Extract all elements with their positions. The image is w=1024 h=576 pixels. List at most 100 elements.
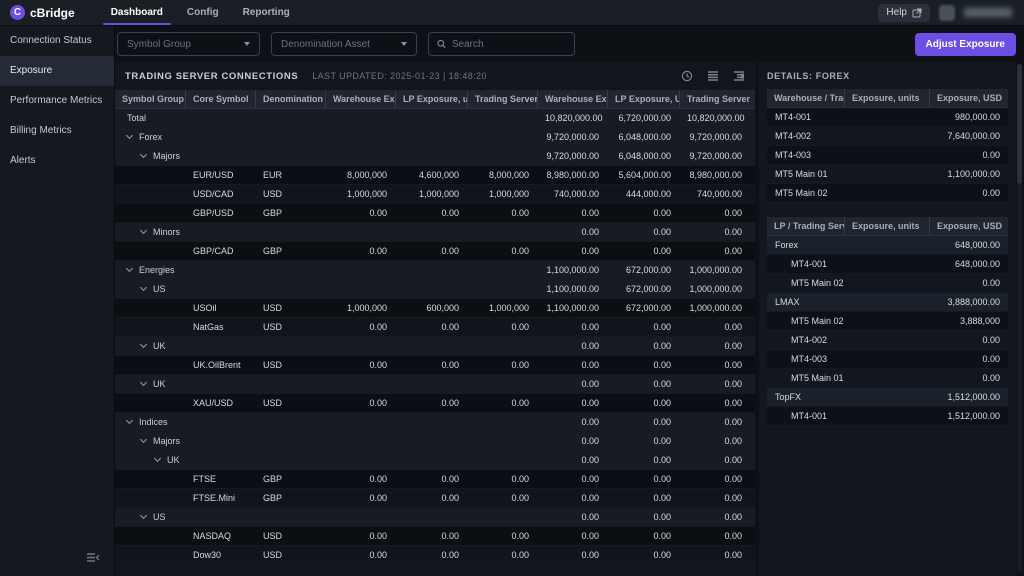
detail-row-mt4-002[interactable]: MT4-0020.00 (767, 331, 1008, 350)
column-header-warehouse-expos[interactable]: Warehouse Expos... (537, 90, 607, 108)
tab-dashboard[interactable]: Dashboard (99, 0, 175, 25)
column-header-exposure-units[interactable]: Exposure, units (844, 217, 929, 235)
chevron-down-icon[interactable] (140, 284, 147, 291)
user-avatar[interactable] (939, 5, 955, 21)
table-row-xau-usd[interactable]: XAU/USDUSD0.000.000.000.000.000.00 (115, 394, 755, 413)
cell-usd-0: 0.00 (537, 546, 607, 564)
sidebar-item-alerts[interactable]: Alerts (0, 146, 114, 176)
scrollbar-thumb[interactable] (1017, 64, 1022, 184)
cell-usd-0: 0.00 (537, 375, 607, 393)
chevron-down-icon[interactable] (140, 436, 147, 443)
collapse-sidebar-button[interactable] (86, 550, 100, 568)
column-header-symbol-group[interactable]: Symbol Group (115, 90, 185, 108)
scrollbar-track[interactable] (1017, 64, 1022, 572)
cell-usd-2: 0.00 (679, 527, 750, 545)
table-row-ftse-mini[interactable]: FTSE.MiniGBP0.000.000.000.000.000.00 (115, 489, 755, 508)
sidebar-item-billing-metrics[interactable]: Billing Metrics (0, 116, 114, 146)
column-header-warehouse-trading-s[interactable]: Warehouse / Trading S... (767, 89, 844, 107)
detail-row-forex[interactable]: Forex648,000.00 (767, 236, 1008, 255)
detail-row-mt5-main-01[interactable]: MT5 Main 011,100,000.00 (767, 165, 1008, 184)
detail-row-mt5-main-02[interactable]: MT5 Main 020.00 (767, 274, 1008, 293)
detail-row-topfx[interactable]: TopFX1,512,000.00 (767, 388, 1008, 407)
table-row-ftse[interactable]: FTSEGBP0.000.000.000.000.000.00 (115, 470, 755, 489)
group-label-text: Indices (139, 413, 168, 431)
table-row-eur-usd[interactable]: EUR/USDEUR8,000,0004,600,0008,000,0008,9… (115, 166, 755, 185)
column-header-trading-server-ex[interactable]: Trading Server Ex... (679, 90, 750, 108)
chevron-down-icon[interactable] (126, 132, 133, 139)
detail-row-mt4-001[interactable]: MT4-001980,000.00 (767, 108, 1008, 127)
symbol-group-select[interactable]: Symbol Group (117, 32, 260, 56)
column-header-trading-server-ex[interactable]: Trading Server Ex... (467, 90, 537, 108)
column-header-lp-exposure-units[interactable]: LP Exposure, units (395, 90, 467, 108)
tab-config[interactable]: Config (175, 0, 231, 25)
table-row-energies[interactable]: Energies1,100,000.00672,000.001,000,000.… (115, 261, 755, 280)
collapse-rows-icon[interactable] (733, 70, 745, 82)
detail-row-mt4-001[interactable]: MT4-001648,000.00 (767, 255, 1008, 274)
table-row-uk[interactable]: UK0.000.000.00 (115, 337, 755, 356)
row-density-icon[interactable] (707, 70, 719, 82)
table-row-us[interactable]: US1,100,000.00672,000.001,000,000.00 (115, 280, 755, 299)
detail-row-lmax[interactable]: LMAX3,888,000.00 (767, 293, 1008, 312)
search-box[interactable] (428, 32, 575, 56)
cell-usd: 648,000.00 (929, 236, 1008, 254)
column-header-core-symbol[interactable]: Core Symbol (185, 90, 255, 108)
chevron-down-icon[interactable] (126, 265, 133, 272)
column-header-exposure-usd[interactable]: Exposure, USD (929, 89, 1008, 107)
detail-row-mt4-003[interactable]: MT4-0030.00 (767, 350, 1008, 369)
history-clock-icon[interactable] (681, 70, 693, 82)
table-row-uk[interactable]: UK0.000.000.00 (115, 451, 755, 470)
chevron-down-icon[interactable] (140, 227, 147, 234)
table-row-usoil[interactable]: USOilUSD1,000,000600,0001,000,0001,100,0… (115, 299, 755, 318)
detail-row-mt5-main-02[interactable]: MT5 Main 020.00 (767, 184, 1008, 203)
cell-usd-0: 0.00 (537, 356, 607, 374)
table-row-nasdaq[interactable]: NASDAQUSD0.000.000.000.000.000.00 (115, 527, 755, 546)
chevron-down-icon[interactable] (126, 417, 133, 424)
cell-units-0: 0.00 (325, 527, 395, 545)
table-row-forex[interactable]: Forex9,720,000.006,048,000.009,720,000.0… (115, 128, 755, 147)
tab-reporting[interactable]: Reporting (231, 0, 302, 25)
table-row-majors[interactable]: Majors9,720,000.006,048,000.009,720,000.… (115, 147, 755, 166)
sidebar-item-performance-metrics[interactable]: Performance Metrics (0, 86, 114, 116)
table-row-gbp-cad[interactable]: GBP/CADGBP0.000.000.000.000.000.00 (115, 242, 755, 261)
table-row-majors[interactable]: Majors0.000.000.00 (115, 432, 755, 451)
column-header-lp-exposure-usd[interactable]: LP Exposure, USD (607, 90, 679, 108)
column-header-exposure-units[interactable]: Exposure, units (844, 89, 929, 107)
table-row-gbp-usd[interactable]: GBP/USDGBP0.000.000.000.000.000.00 (115, 204, 755, 223)
table-row-minors[interactable]: Minors0.000.000.00 (115, 223, 755, 242)
search-input[interactable] (452, 39, 566, 50)
chevron-down-icon[interactable] (140, 379, 147, 386)
table-row-indices[interactable]: Indices0.000.000.00 (115, 413, 755, 432)
sidebar-item-connection-status[interactable]: Connection Status (0, 26, 114, 56)
cell-core-symbol: GBP/CAD (185, 242, 255, 260)
table-row-us[interactable]: US0.000.000.00 (115, 508, 755, 527)
denomination-asset-select[interactable]: Denomination Asset (271, 32, 417, 56)
detail-row-mt4-003[interactable]: MT4-0030.00 (767, 146, 1008, 165)
brand-logo: C cBridge (0, 5, 91, 20)
column-header-denomination-as[interactable]: Denomination As... (255, 90, 325, 108)
column-header-warehouse-expos[interactable]: Warehouse Expos... (325, 90, 395, 108)
detail-row-mt4-001[interactable]: MT4-0011,512,000.00 (767, 407, 1008, 426)
detail-row-mt5-main-02[interactable]: MT5 Main 023,888,000 (767, 312, 1008, 331)
cell-core-symbol: GBP/USD (185, 204, 255, 222)
detail-row-mt4-002[interactable]: MT4-0027,640,000.00 (767, 127, 1008, 146)
adjust-exposure-button[interactable]: Adjust Exposure (915, 33, 1016, 56)
chevron-down-icon[interactable] (140, 151, 147, 158)
table-row-uk-oilbrent[interactable]: UK.OilBrentUSD0.000.000.000.000.000.00 (115, 356, 755, 375)
table-row-dow30[interactable]: Dow30USD0.000.000.000.000.000.00 (115, 546, 755, 565)
cell-name: MT5 Main 02 (767, 312, 844, 330)
chevron-down-icon[interactable] (154, 455, 161, 462)
column-header-exposure-usd[interactable]: Exposure, USD (929, 217, 1008, 235)
help-button[interactable]: Help (878, 4, 930, 22)
table-row-natgas[interactable]: NatGasUSD0.000.000.000.000.000.00 (115, 318, 755, 337)
detail-row-mt5-main-01[interactable]: MT5 Main 010.00 (767, 369, 1008, 388)
chevron-down-icon[interactable] (140, 512, 147, 519)
cell-units (844, 312, 929, 330)
table-row-total[interactable]: Total10,820,000.006,720,000.0010,820,000… (115, 109, 755, 128)
table-row-uk[interactable]: UK0.000.000.00 (115, 375, 755, 394)
cell-units (844, 165, 929, 183)
table-row-usd-cad[interactable]: USD/CADUSD1,000,0001,000,0001,000,000740… (115, 185, 755, 204)
sidebar-item-exposure[interactable]: Exposure (0, 56, 114, 86)
column-header-lp-trading-server[interactable]: LP / Trading Server (767, 217, 844, 235)
chevron-down-icon[interactable] (140, 341, 147, 348)
sidebar: Connection StatusExposurePerformance Met… (0, 26, 115, 576)
